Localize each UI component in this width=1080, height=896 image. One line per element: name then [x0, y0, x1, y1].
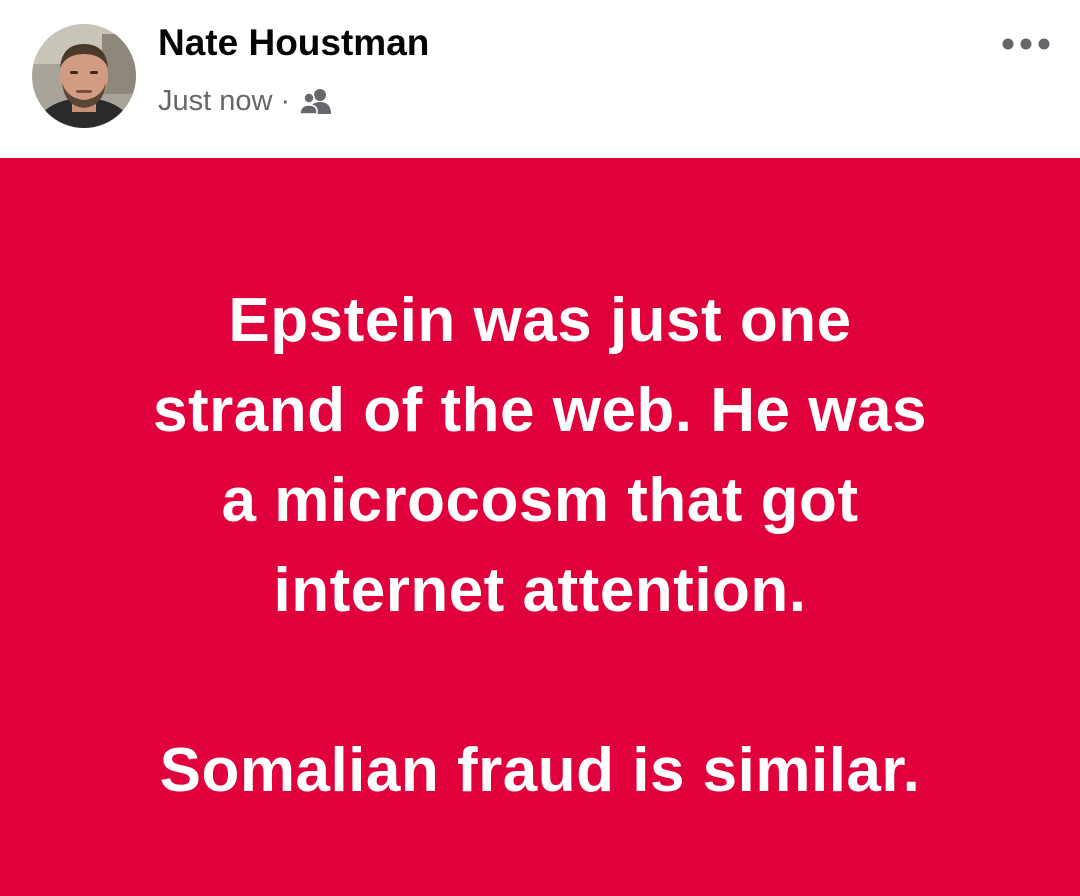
post-background-card: Epstein was just one strand of the web. … [0, 158, 1080, 896]
post-text-line: strand of the web. He was [153, 376, 927, 445]
post-text: Epstein was just one strand of the web. … [40, 276, 1040, 816]
post-text-line: a microcosm that got [221, 466, 859, 535]
more-dots-icon [1002, 38, 1050, 50]
post-closing-line: Somalian fraud is similar. [159, 736, 921, 805]
author-name[interactable]: Nate Houstman [158, 22, 429, 64]
post-text-line: Epstein was just one [228, 286, 852, 355]
facebook-post: Nate Houstman Just now · Epstein was jus… [0, 0, 1080, 896]
avatar-photo [32, 24, 136, 128]
post-timestamp[interactable]: Just now [158, 85, 272, 118]
friends-icon[interactable] [299, 88, 332, 115]
avatar[interactable] [32, 24, 136, 128]
meta-separator: · [280, 84, 291, 117]
post-header: Nate Houstman Just now · [0, 0, 1080, 158]
more-options-button[interactable] [996, 26, 1056, 62]
post-meta: Just now · [158, 82, 332, 120]
post-text-line: internet attention. [273, 556, 807, 625]
